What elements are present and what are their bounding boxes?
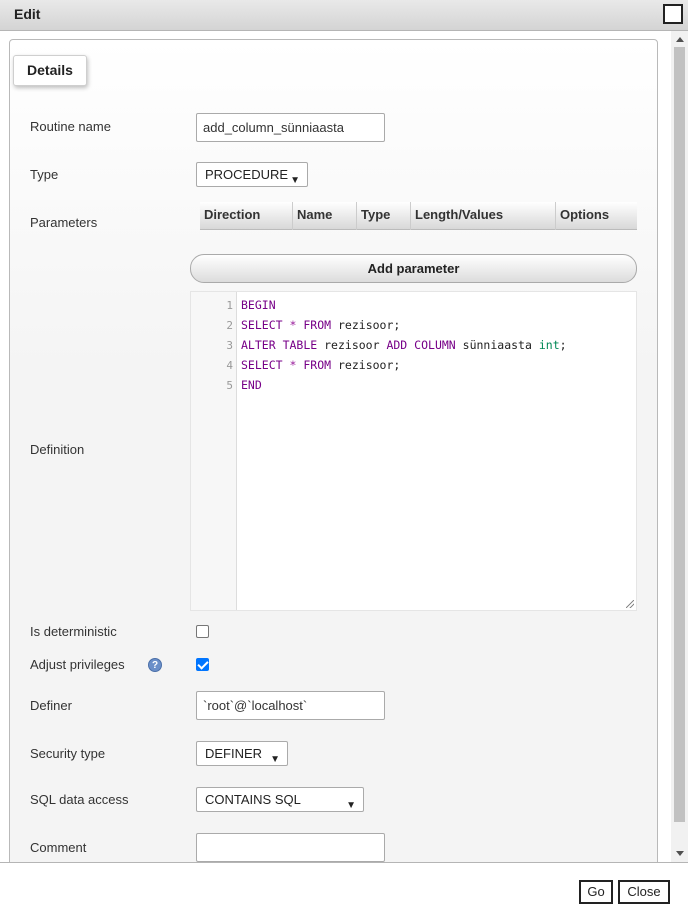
column-options: Options	[560, 207, 610, 222]
resize-handle-icon[interactable]	[626, 600, 634, 608]
definer-input[interactable]: `root`@`localhost`	[196, 691, 385, 720]
is-deterministic-checkbox[interactable]	[196, 625, 209, 638]
sql-data-access-label: SQL data access	[30, 792, 129, 807]
column-name: Name	[293, 202, 357, 230]
code-line: ALTER TABLE rezisoor ADD COLUMN sünniaas…	[241, 338, 567, 352]
sql-data-access-select[interactable]: CONTAINS SQL ▼	[196, 787, 364, 812]
security-type-select[interactable]: DEFINER ▼	[196, 741, 288, 766]
code-line: END	[241, 378, 262, 392]
column-direction: Direction	[200, 202, 293, 230]
type-select-value: PROCEDURE	[205, 167, 289, 182]
tab-details[interactable]: Details	[13, 55, 87, 86]
dialog-titlebar: Edit	[0, 0, 688, 31]
comment-input[interactable]	[196, 833, 385, 862]
routine-name-input[interactable]: add_column_sünniaasta	[196, 113, 385, 142]
code-line: SELECT * FROM rezisoor;	[241, 318, 401, 332]
adjust-privileges-checkbox[interactable]	[196, 658, 209, 671]
scroll-up-arrow-icon[interactable]	[676, 37, 684, 42]
parameters-table-header: Direction Name Type Length/Values Option…	[200, 202, 637, 230]
security-type-label: Security type	[30, 746, 106, 761]
routine-name-label: Routine name	[30, 119, 111, 134]
column-length-values: Length/Values	[411, 202, 556, 230]
definition-label: Definition	[30, 442, 85, 457]
line-number: 5	[226, 379, 233, 392]
definer-label: Definer	[30, 698, 72, 713]
type-label: Type	[30, 167, 59, 182]
scroll-down-arrow-icon[interactable]	[676, 851, 684, 856]
type-select[interactable]: PROCEDURE ▼	[196, 162, 308, 187]
dialog-title: Edit	[14, 6, 41, 22]
line-number: 4	[226, 359, 233, 372]
code-line: BEGIN	[241, 298, 276, 312]
go-button[interactable]: Go	[579, 880, 613, 904]
maximize-icon[interactable]	[663, 4, 683, 24]
code-line: SELECT * FROM rezisoor;	[241, 358, 401, 372]
vertical-scrollbar[interactable]	[671, 31, 688, 862]
column-type: Type	[357, 202, 411, 230]
is-deterministic-label: Is deterministic	[30, 624, 117, 639]
line-number-gutter: 1 2 3 4 5	[191, 292, 237, 610]
sql-data-access-value: CONTAINS SQL	[205, 792, 301, 807]
chevron-down-icon: ▼	[346, 800, 356, 811]
add-parameter-button[interactable]: Add parameter	[190, 254, 637, 283]
chevron-down-icon: ▼	[270, 754, 280, 765]
line-number: 1	[226, 299, 233, 312]
definition-code-editor[interactable]: 1 2 3 4 5 BEGIN SELECT * FROM rezisoor; …	[190, 291, 637, 611]
adjust-privileges-label: Adjust privileges	[30, 657, 125, 672]
comment-label: Comment	[30, 840, 87, 855]
chevron-down-icon: ▼	[290, 175, 300, 186]
line-number: 2	[226, 319, 233, 332]
security-type-value: DEFINER	[205, 746, 263, 761]
close-button[interactable]: Close	[618, 880, 670, 904]
question-circle-icon[interactable]: ?	[148, 658, 162, 672]
parameters-label: Parameters	[30, 215, 98, 230]
line-number: 3	[226, 339, 233, 352]
scrollbar-thumb[interactable]	[674, 47, 685, 822]
